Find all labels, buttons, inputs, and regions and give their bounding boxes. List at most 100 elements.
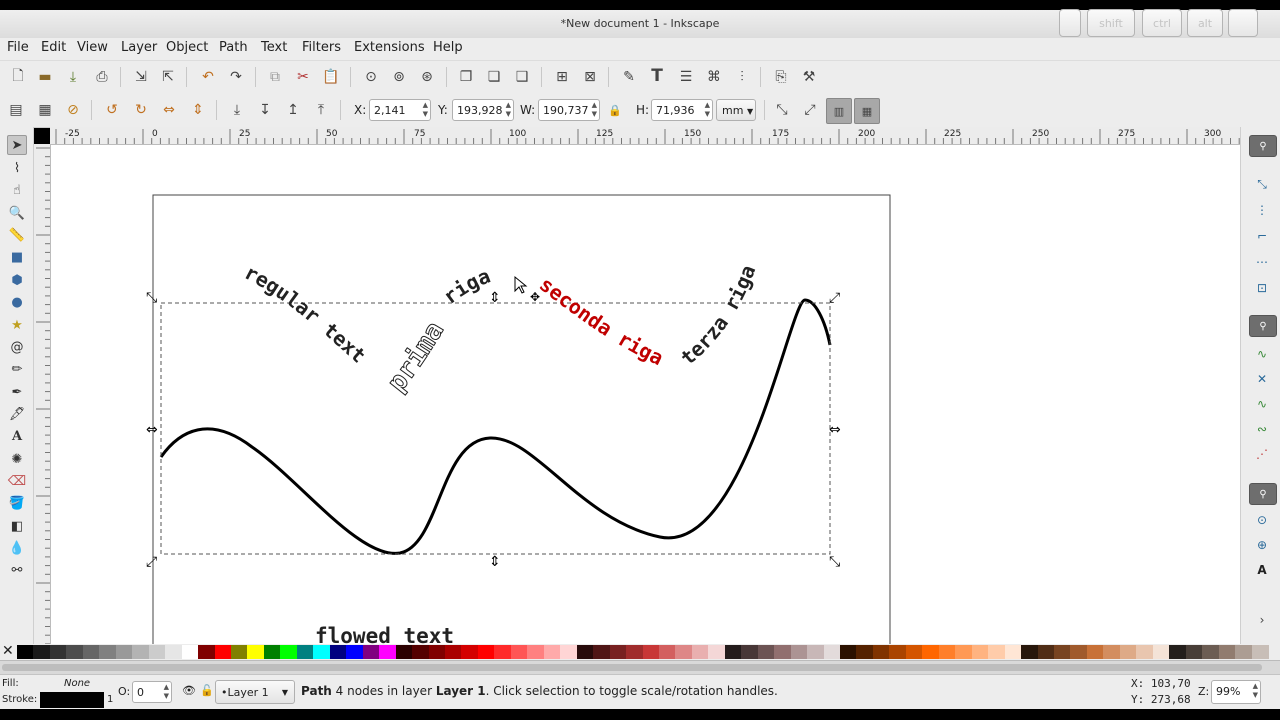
color-swatch[interactable] [296,645,314,659]
color-swatch[interactable] [675,645,693,659]
menu-path[interactable]: Path [219,40,248,55]
more-arrow-icon[interactable]: › [1253,611,1271,629]
tweak-tool-icon[interactable]: ☝ [7,180,27,200]
lock-proportions-icon[interactable]: 🔒 [605,100,625,120]
snap-others-icon[interactable]: ⚲ [1249,483,1277,505]
color-swatch[interactable] [66,645,84,659]
spin-arrows-icon[interactable]: ▲ ▼ [1253,682,1258,700]
group-icon[interactable]: ⊞ [552,67,572,87]
zoom-selection-icon[interactable]: ⊙ [361,67,381,87]
new-document-icon[interactable]: 🗋 [8,67,28,87]
snap-bbox-corner-icon[interactable]: ⌐ [1253,227,1271,245]
w-input[interactable]: 190,737 ▲ ▼ [538,99,600,121]
color-swatch[interactable] [642,645,660,659]
pencil-tool-icon[interactable]: ✏ [7,359,27,379]
menu-text[interactable]: Text [261,40,287,55]
snap-bbox-center-icon[interactable]: ⊡ [1253,279,1271,297]
color-swatch[interactable] [49,645,67,659]
color-swatch[interactable] [230,645,248,659]
color-swatch[interactable] [412,645,430,659]
h-input[interactable]: 71,936 ▲ ▼ [651,99,713,121]
color-swatch[interactable] [1202,645,1220,659]
transform-patterns-icon[interactable]: ▦ [854,98,880,124]
color-swatch[interactable] [280,645,298,659]
color-swatch[interactable] [691,645,709,659]
snap-smooth-icon[interactable]: ∾ [1253,420,1271,438]
redo-icon[interactable]: ↷ [226,67,246,87]
zoom-page-icon[interactable]: ⊛ [417,67,437,87]
color-swatch[interactable] [346,645,364,659]
fill-stroke-icon[interactable]: ✎ [619,67,639,87]
color-swatch[interactable] [395,645,413,659]
color-swatch[interactable] [165,645,183,659]
menu-help[interactable]: Help [433,40,463,55]
color-swatch[interactable] [1251,645,1269,659]
color-swatch[interactable] [1054,645,1071,659]
snap-intersections-icon[interactable]: ✕ [1253,370,1271,388]
spin-arrows-icon[interactable]: ▲ ▼ [506,101,511,119]
snap-nodes-icon[interactable]: ⚲ [1249,315,1277,337]
snap-toggle-icon[interactable]: ⚲ [1249,135,1277,157]
spin-arrows-icon[interactable]: ▲ ▼ [423,101,428,119]
snap-bbox-icon[interactable]: ⤡ [1253,175,1271,193]
color-swatch[interactable] [99,645,117,659]
save-icon[interactable]: ⤓ [63,67,83,87]
opacity-input[interactable]: 0 ▲ ▼ [132,681,172,703]
spin-arrows-icon[interactable]: ▲ ▼ [164,683,169,701]
modifier-key-shift[interactable]: shift [1087,9,1135,37]
clone-icon[interactable]: ❏ [484,67,504,87]
ellipse-tool-icon[interactable]: ● [7,292,27,312]
scrollbar-thumb[interactable] [2,664,1262,671]
ungroup-icon[interactable]: ⊠ [580,67,600,87]
snap-midpoints-icon[interactable]: ⋰ [1253,445,1271,463]
select-all-icon[interactable]: ▤ [6,100,26,120]
no-paint-icon[interactable]: ✕ [2,644,14,659]
copy-icon[interactable]: ⧉ [265,67,285,87]
spin-arrows-icon[interactable]: ▲ ▼ [592,101,597,119]
modifier-key-ctrl[interactable]: ctrl [1142,9,1182,37]
deselect-icon[interactable]: ⊘ [63,100,83,120]
color-swatch[interactable] [527,645,545,659]
menu-object[interactable]: Object [166,40,208,55]
color-swatch[interactable] [444,645,462,659]
scale-corners-icon[interactable]: ⤢ [800,100,820,120]
layers-icon[interactable]: ☰ [676,67,696,87]
color-swatch[interactable] [33,645,51,659]
horizontal-scrollbar[interactable] [0,660,1280,675]
spin-arrows-icon[interactable]: ▲ ▼ [705,101,710,119]
align-distribute-icon[interactable]: ⫶ [732,67,752,87]
color-swatch[interactable] [757,645,775,659]
color-swatch[interactable] [856,645,874,659]
unit-select[interactable]: mm ▼ [716,99,756,121]
undo-icon[interactable]: ↶ [198,67,218,87]
color-swatch[interactable] [362,645,380,659]
zoom-tool-icon[interactable]: 🔍 [7,203,27,223]
lower-to-bottom-icon[interactable]: ⤓ [227,100,247,120]
snap-paths-icon[interactable]: ∿ [1253,345,1271,363]
color-swatch[interactable] [938,645,956,659]
color-swatch[interactable] [889,645,907,659]
zoom-drawing-icon[interactable]: ⊚ [389,67,409,87]
x-input[interactable]: 2,141 ▲ ▼ [369,99,431,121]
modifier-key-blank-2[interactable] [1228,9,1258,37]
flip-horizontal-icon[interactable]: ⇔ [159,100,179,120]
spiral-tool-icon[interactable]: @ [7,337,27,357]
color-swatch[interactable] [1086,645,1104,659]
document-properties-icon[interactable]: ⎘ [771,67,791,87]
node-tool-icon[interactable]: ⌇ [7,158,27,178]
color-swatch[interactable] [461,645,479,659]
color-swatch[interactable] [1169,645,1187,659]
measure-tool-icon[interactable]: 📏 [7,225,27,245]
color-swatch[interactable] [1185,645,1203,659]
rotate-ccw-icon[interactable]: ↺ [102,100,122,120]
color-swatch[interactable] [560,645,578,659]
rotate-cw-icon[interactable]: ↻ [131,100,151,120]
color-swatch[interactable] [741,645,759,659]
modifier-key-blank[interactable] [1059,9,1081,37]
color-swatch[interactable] [1218,645,1236,659]
layer-visibility-icon[interactable]: 👁 [182,684,196,697]
eraser-tool-icon[interactable]: ⌫ [7,471,27,491]
color-swatch[interactable] [609,645,627,659]
color-swatch[interactable] [263,645,281,659]
cut-icon[interactable]: ✂ [293,67,313,87]
